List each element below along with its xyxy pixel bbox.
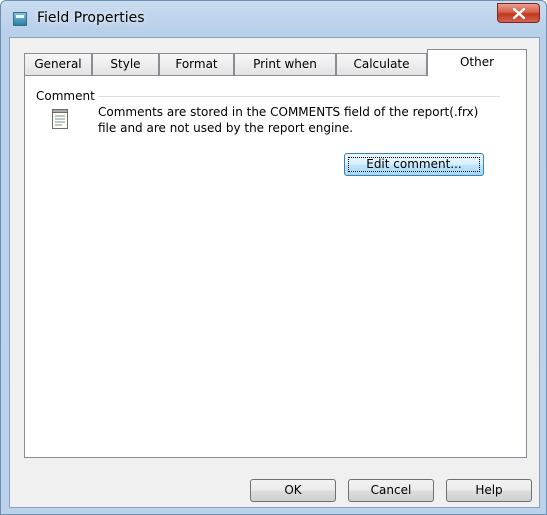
comment-group-label: Comment xyxy=(36,89,99,103)
tab-format[interactable]: Format xyxy=(159,53,234,75)
ok-button[interactable]: OK xyxy=(250,479,336,502)
tab-style[interactable]: Style xyxy=(92,53,159,75)
window-title: Field Properties xyxy=(37,10,145,26)
dialog-window: Field Properties General Style Format Pr… xyxy=(0,0,547,515)
tab-other[interactable]: Other xyxy=(427,49,527,76)
focus-rectangle xyxy=(348,157,480,172)
comment-description-line1: Comments are stored in the COMMENTS fiel… xyxy=(98,105,479,119)
comment-description-line2: file and are not used by the report engi… xyxy=(98,121,354,135)
close-button[interactable] xyxy=(497,3,540,23)
help-button[interactable]: Help xyxy=(446,479,532,502)
tab-print-when[interactable]: Print when xyxy=(234,53,336,75)
tab-panel-other: Comment Comments are stored in the COMME… xyxy=(24,75,527,458)
comment-description: Comments are stored in the COMMENTS fiel… xyxy=(98,104,498,136)
tab-general[interactable]: General xyxy=(24,53,92,75)
cancel-button[interactable]: Cancel xyxy=(348,479,434,502)
dialog-client-area: General Style Format Print when Calculat… xyxy=(9,37,540,508)
group-divider xyxy=(95,96,500,97)
edit-comment-button[interactable]: Edit comment... xyxy=(344,153,484,176)
title-bar[interactable]: Field Properties xyxy=(1,1,546,37)
notepad-icon xyxy=(52,109,68,129)
tab-calculate[interactable]: Calculate xyxy=(336,53,427,75)
tab-strip: General Style Format Print when Calculat… xyxy=(24,49,527,76)
app-icon xyxy=(13,12,27,26)
close-icon xyxy=(512,7,525,19)
